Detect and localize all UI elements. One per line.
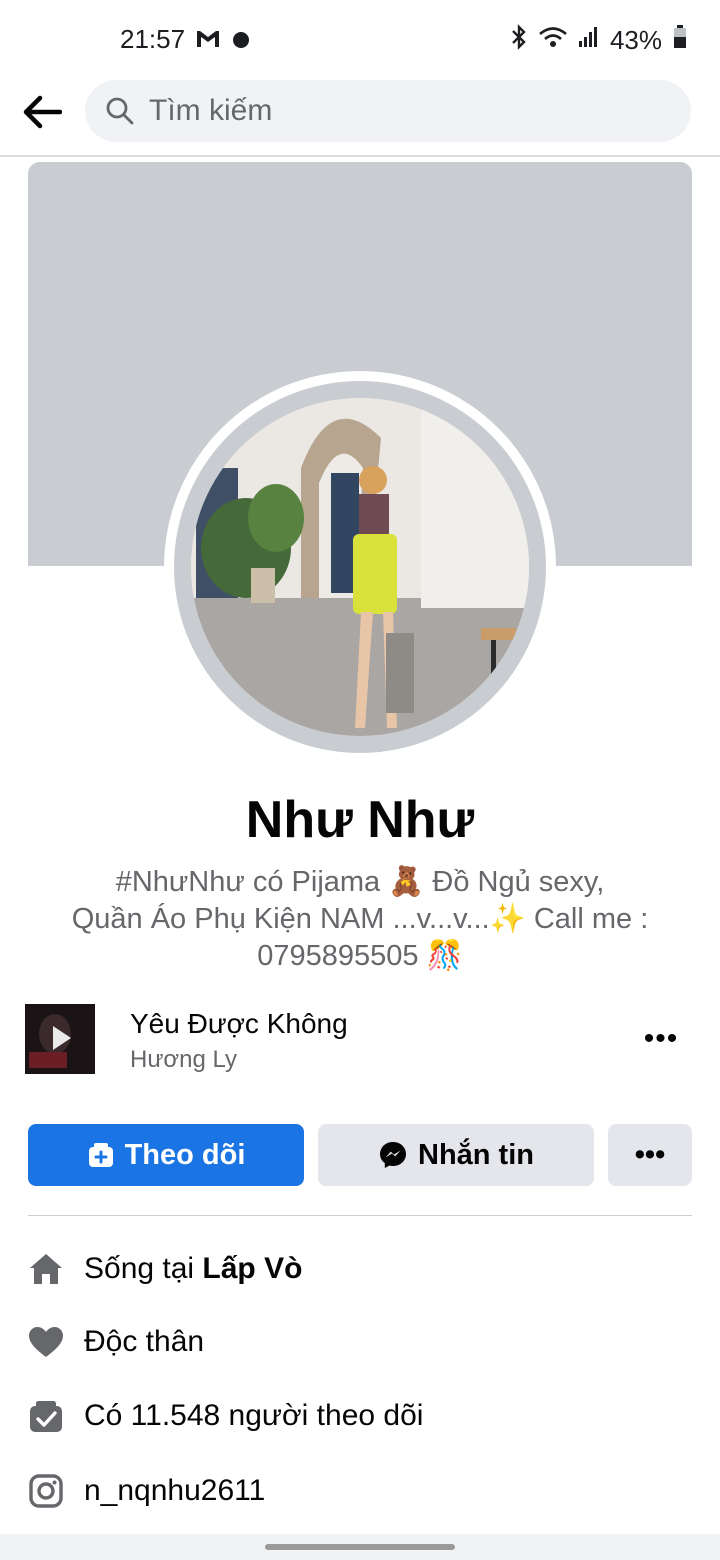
search-header — [0, 80, 720, 157]
notification-dot-icon — [231, 29, 251, 54]
followers-text: Có 11.548 người theo dõi — [84, 1399, 424, 1432]
battery-percent: 43% — [609, 25, 662, 55]
album-art[interactable] — [25, 1004, 95, 1074]
back-button[interactable] — [20, 90, 64, 134]
status-time: 21:57 — [120, 24, 186, 54]
battery-icon — [672, 24, 688, 57]
song-title: Yêu Được Không — [130, 1008, 348, 1039]
search-bar[interactable] — [85, 80, 691, 142]
info-lives-in[interactable]: Sống tại Lấp Vò — [28, 1249, 692, 1289]
signal-icon — [578, 25, 600, 56]
instagram-handle[interactable]: n_nqnhu2611 — [84, 1474, 265, 1508]
profile-picture[interactable] — [164, 371, 556, 763]
gmail-icon — [195, 29, 221, 54]
search-icon — [106, 97, 134, 125]
bio-line-2: Quần Áo Phụ Kiện NAM ...v...v...✨ Call m… — [71, 903, 649, 935]
profile-music[interactable]: Yêu Được Không Hương Ly ••• — [25, 1004, 695, 1076]
more-options-button[interactable]: ••• — [608, 1124, 692, 1186]
relationship-text: Độc thân — [84, 1325, 205, 1358]
info-relationship: Độc thân — [28, 1322, 692, 1362]
music-more-button[interactable]: ••• — [641, 1022, 681, 1058]
heart-icon — [28, 1324, 64, 1360]
avatar[interactable] — [191, 398, 529, 736]
message-label: Nhắn tin — [418, 1138, 534, 1171]
search-input[interactable] — [147, 93, 631, 129]
bio-line-3: 0795895505 🎊 — [257, 940, 463, 972]
home-icon — [28, 1251, 64, 1287]
instagram-icon — [28, 1473, 64, 1509]
back-arrow-icon — [23, 95, 62, 129]
follow-button[interactable]: Theo dõi — [28, 1124, 304, 1186]
profile-name: Như Như — [245, 791, 475, 849]
info-instagram[interactable]: n_nqnhu2611 — [28, 1471, 692, 1511]
message-button[interactable]: Nhắn tin — [318, 1124, 594, 1186]
bluetooth-icon — [510, 24, 528, 57]
lives-in-place[interactable]: Lấp Vò — [202, 1252, 302, 1286]
home-indicator[interactable] — [265, 1544, 455, 1550]
follow-label: Theo dõi — [124, 1138, 246, 1171]
divider — [28, 1215, 692, 1216]
wifi-icon — [538, 25, 568, 56]
lives-in-prefix: Sống tại — [84, 1252, 203, 1285]
navigation-bar — [0, 1534, 720, 1560]
status-bar: 21:57 43% — [0, 0, 720, 80]
status-left-icons — [195, 29, 251, 54]
follow-icon — [87, 1141, 115, 1169]
song-artist: Hương Ly — [130, 1046, 237, 1073]
followers-icon — [28, 1398, 64, 1434]
messenger-icon — [378, 1140, 408, 1170]
status-right: 43% — [510, 24, 688, 57]
info-followers[interactable]: Có 11.548 người theo dõi — [28, 1396, 692, 1436]
avatar-photo — [191, 398, 529, 736]
profile-bio: #NhưNhư có Pijama 🧸 Đồ Ngủ sexy, Quần Áo… — [40, 864, 680, 975]
bio-line-1: #NhưNhư có Pijama 🧸 Đồ Ngủ sexy, — [115, 866, 605, 898]
